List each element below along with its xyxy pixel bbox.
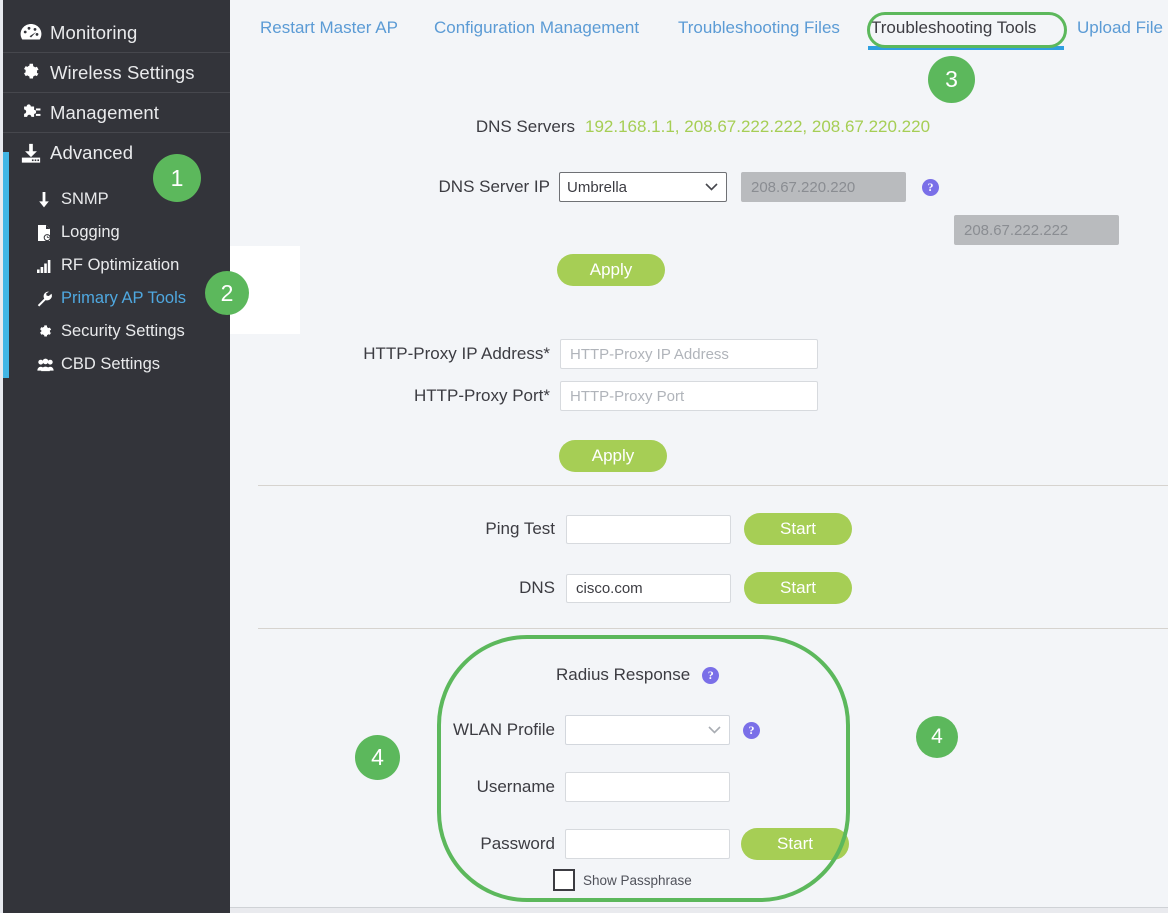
sidebar-main-nav: Monitoring Wireless Settings Management … [3, 13, 230, 173]
dashboard-icon [20, 23, 50, 43]
sidebar-item-label: Security Settings [61, 322, 185, 340]
dns-servers-label: DNS Servers [475, 117, 575, 136]
download-icon [20, 143, 50, 164]
sidebar-item-cbd-settings[interactable]: CBD Settings [3, 348, 230, 381]
annotation-badge-2: 2 [205, 271, 249, 315]
app-root: Monitoring Wireless Settings Management … [0, 0, 1168, 913]
sidebar-sub-nav: SNMP Logging RF Optimization Primary AP … [3, 183, 230, 381]
annotation-badge-3: 3 [928, 56, 975, 103]
puzzle-icon [20, 103, 50, 123]
document-icon [37, 224, 61, 241]
sidebar-item-label: Management [50, 101, 159, 123]
ping-test-label: Ping Test [485, 519, 555, 538]
dns-secondary-ip-row [954, 215, 1119, 245]
users-icon [37, 358, 61, 372]
bottom-scrollbar-strip[interactable] [230, 907, 1168, 913]
sidebar-item-label: Monitoring [50, 21, 138, 43]
sidebar-item-label: Logging [61, 223, 120, 241]
gear-icon [37, 324, 61, 340]
proxy-port-row: HTTP-Proxy Port* [322, 381, 818, 411]
proxy-ip-label: HTTP-Proxy IP Address* [363, 344, 550, 363]
down-arrow-icon [37, 191, 61, 208]
ping-test-start-button[interactable]: Start [744, 513, 852, 545]
section-divider-2 [258, 628, 1168, 629]
dns-primary-ip-input[interactable] [741, 172, 906, 202]
dns-server-ip-label: DNS Server IP [438, 177, 550, 196]
sidebar-item-label: RF Optimization [61, 256, 180, 274]
help-icon[interactable]: ? [922, 178, 939, 196]
wrench-icon [37, 291, 61, 307]
sidebar-item-label: Advanced [50, 142, 134, 163]
annotation-badge-4-right: 4 [916, 716, 958, 758]
sidebar-item-monitoring[interactable]: Monitoring [3, 13, 230, 53]
annotation-badge-4-left: 4 [355, 735, 400, 780]
tab-restart-master-ap[interactable]: Restart Master AP [260, 18, 398, 38]
section-divider-1 [258, 485, 1168, 486]
bar-chart-icon [37, 259, 61, 273]
ping-test-row: Ping Test Start [470, 513, 852, 545]
sidebar-item-management[interactable]: Management [3, 93, 230, 133]
proxy-port-label: HTTP-Proxy Port* [413, 386, 550, 405]
tab-configuration-management[interactable]: Configuration Management [434, 18, 639, 38]
dns-secondary-ip-input[interactable] [954, 215, 1119, 245]
sidebar-item-label: CBD Settings [61, 355, 161, 373]
dns-server-ip-select-wrapper: Umbrella [559, 172, 727, 202]
dns-servers-row: DNS Servers 192.168.1.1, 208.67.222.222,… [440, 117, 930, 137]
annotation-badge-1: 1 [153, 154, 201, 202]
proxy-apply-button[interactable]: Apply [559, 440, 667, 472]
dns-test-input[interactable] [566, 573, 731, 603]
sidebar-item-label: Wireless Settings [50, 61, 195, 83]
sidebar-item-security-settings[interactable]: Security Settings [3, 315, 230, 348]
sidebar-item-label: Primary AP Tools [61, 289, 187, 307]
sidebar-item-rf-optimization[interactable]: RF Optimization [3, 249, 230, 282]
ping-test-input[interactable] [566, 514, 731, 544]
proxy-port-input[interactable] [560, 381, 818, 411]
sidebar-item-label: SNMP [61, 190, 109, 208]
dns-server-ip-select[interactable]: Umbrella [559, 172, 727, 202]
dns-server-ip-row: DNS Server IP Umbrella ? [410, 172, 939, 202]
proxy-ip-input[interactable] [560, 339, 818, 369]
gear-icon [20, 62, 50, 83]
proxy-ip-row: HTTP-Proxy IP Address* [322, 339, 818, 369]
sidebar-item-primary-ap-tools[interactable]: Primary AP Tools [3, 282, 230, 315]
dns-test-label: DNS [519, 578, 555, 597]
dns-apply-button[interactable]: Apply [557, 254, 665, 286]
sidebar-item-logging[interactable]: Logging [3, 216, 230, 249]
sidebar-item-wireless-settings[interactable]: Wireless Settings [3, 53, 230, 93]
dns-test-row: DNS Start [470, 572, 852, 604]
dns-test-start-button[interactable]: Start [744, 572, 852, 604]
tab-upload-file[interactable]: Upload File [1077, 18, 1163, 38]
annotation-oval-radius-section [437, 635, 850, 902]
annotation-ring-selected-tab [867, 12, 1067, 48]
sidebar: Monitoring Wireless Settings Management … [0, 0, 230, 913]
dns-servers-value: 192.168.1.1, 208.67.222.222, 208.67.220.… [585, 117, 931, 136]
tab-troubleshooting-files[interactable]: Troubleshooting Files [678, 18, 840, 38]
